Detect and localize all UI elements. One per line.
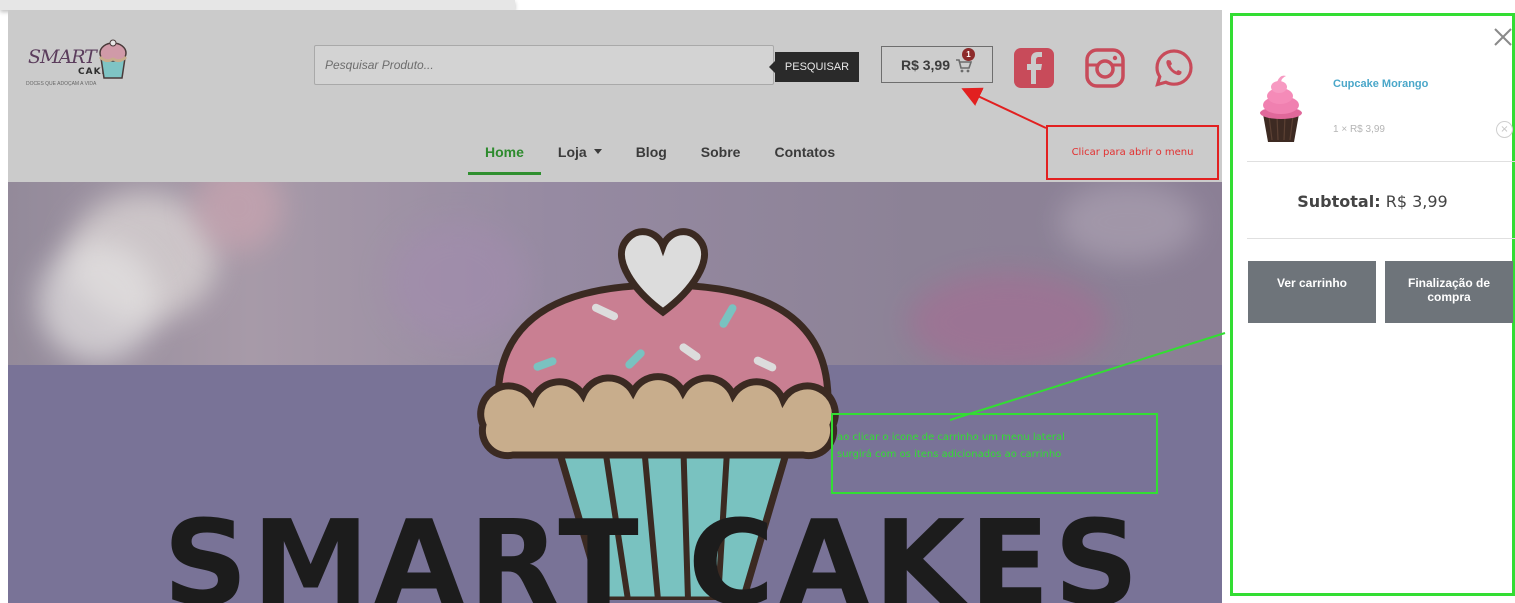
nav-item-label: Home (485, 144, 524, 160)
nav-item-label: Blog (635, 144, 667, 160)
subtotal-value: R$ 3,99 (1385, 192, 1448, 211)
logo-tagline: DOCES QUE ADOÇAM A VIDA (26, 81, 97, 87)
search-input[interactable] (315, 46, 773, 84)
chevron-down-icon (593, 148, 602, 154)
hero-banner: SMART CAKES (8, 182, 1222, 603)
nav-active-underline (468, 172, 541, 175)
close-icon[interactable] (1488, 22, 1515, 52)
cart-total: R$ 3,99 (900, 56, 951, 73)
store-page: SMART CAKES DOCES QUE ADOÇAM A VIDA PESQ… (8, 10, 1222, 603)
cart-badge: 1 (962, 47, 976, 61)
divider (1247, 161, 1515, 162)
product-thumbnail[interactable] (1253, 72, 1309, 144)
nav-item-label: Contatos (774, 144, 836, 160)
divider (1247, 238, 1515, 239)
cart-button[interactable]: R$ 3,99 1 (881, 46, 993, 83)
annotation-open-menu-text: Clicar para abrir o menu (1071, 147, 1194, 158)
annotation-side-menu-line: ao clicar o icone de carrinho um menu la… (837, 432, 1065, 443)
screenshot-stage: SMART CAKES DOCES QUE ADOÇAM A VIDA PESQ… (0, 0, 1515, 603)
remove-item-icon[interactable]: × (1496, 121, 1513, 138)
facebook-icon[interactable] (1012, 46, 1056, 90)
product-qty-price: 1 × R$ 3,99 (1333, 124, 1385, 135)
main-nav: Home Loja Blog Sobre Contatos (468, 144, 852, 175)
annotation-side-menu-line: surgirá com os itens adicionados ao carr… (837, 449, 1062, 460)
site-logo[interactable]: SMART CAKES DOCES QUE ADOÇAM A VIDA (22, 34, 132, 92)
hero-title: SMART CAKES (163, 494, 1143, 603)
view-cart-button[interactable]: Ver carrinho (1248, 261, 1376, 323)
logo-cupcake-icon (98, 39, 128, 79)
annotation-open-menu-box: Clicar para abrir o menu (1046, 125, 1219, 180)
side-cart-panel: Cupcake Morango 1 × R$ 3,99 × Subtotal: … (1230, 13, 1515, 596)
subtotal-label: Subtotal: (1297, 192, 1381, 211)
logo-script-text: SMART (28, 46, 97, 68)
product-name-link[interactable]: Cupcake Morango (1333, 78, 1428, 90)
nav-item-blog[interactable]: Blog (619, 144, 684, 174)
search-button[interactable]: PESQUISAR (769, 52, 859, 82)
browser-top-strip (0, 0, 515, 10)
nav-item-label: Sobre (700, 144, 741, 160)
nav-item-contatos[interactable]: Contatos (757, 144, 852, 174)
annotation-side-menu-box: ao clicar o icone de carrinho um menu la… (831, 413, 1158, 494)
nav-item-home[interactable]: Home (468, 144, 541, 175)
nav-item-loja[interactable]: Loja (541, 144, 619, 174)
search-box (314, 45, 774, 85)
whatsapp-icon[interactable] (1152, 46, 1196, 90)
nav-item-label: Loja (557, 144, 587, 160)
shopping-cart-icon: 1 (955, 47, 976, 74)
nav-item-sobre[interactable]: Sobre (684, 144, 758, 174)
subtotal-row: Subtotal: R$ 3,99 (1233, 192, 1512, 211)
instagram-icon[interactable] (1083, 46, 1127, 90)
site-header: SMART CAKES DOCES QUE ADOÇAM A VIDA PESQ… (8, 10, 1222, 182)
checkout-button[interactable]: Finalização de compra (1385, 261, 1513, 323)
